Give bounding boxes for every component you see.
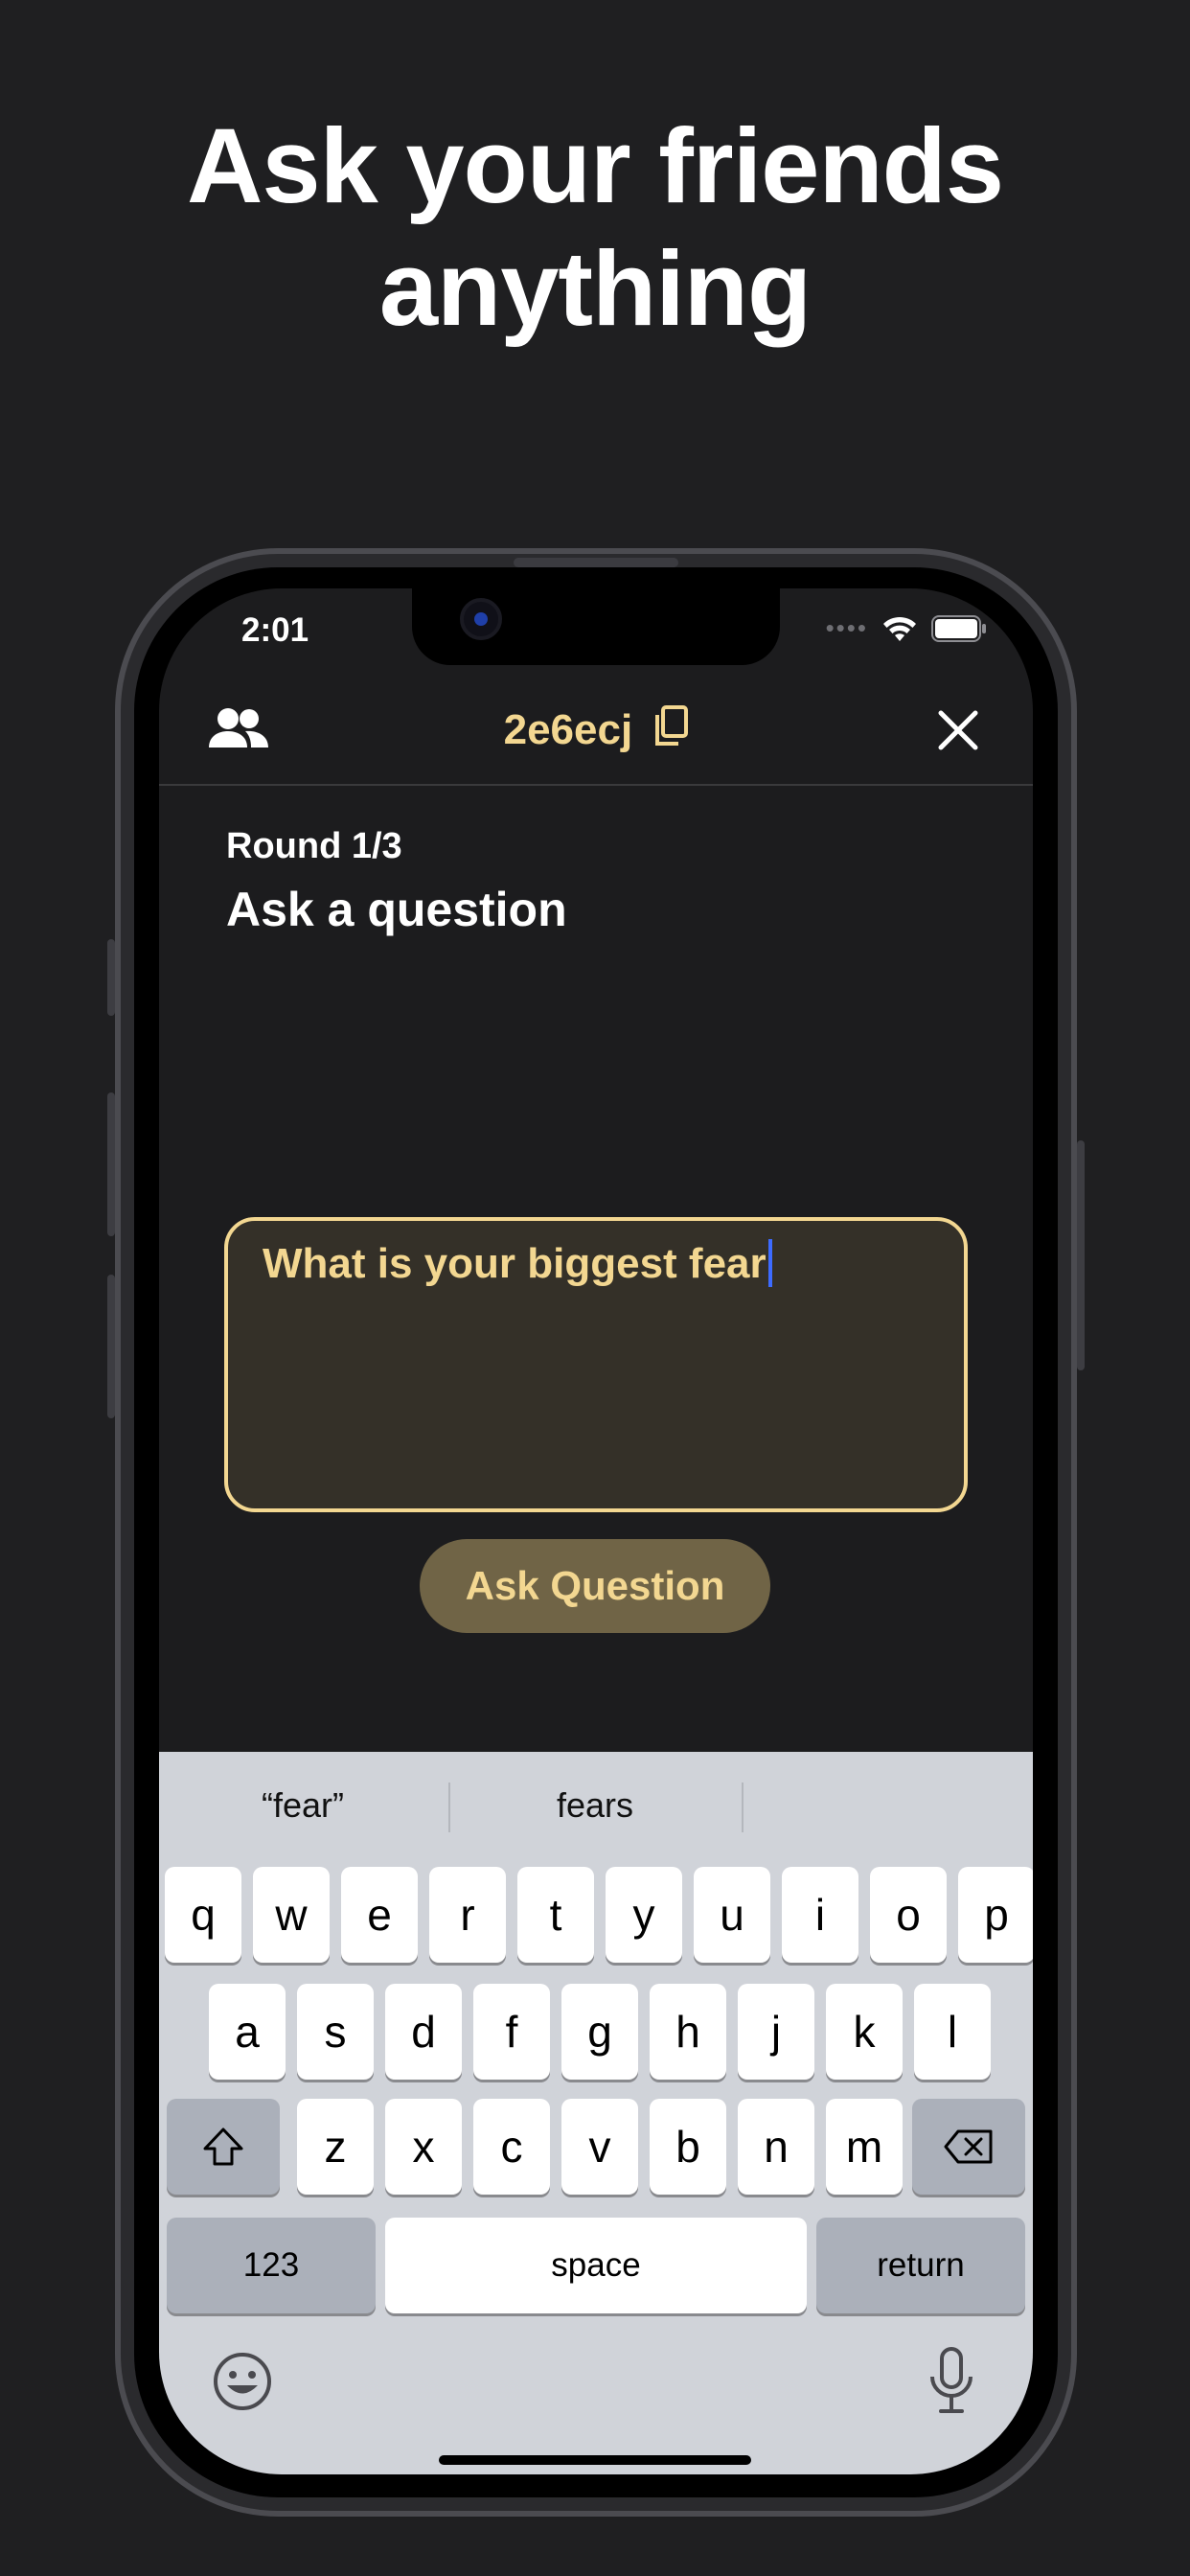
key-o[interactable]: o	[870, 1867, 947, 1963]
dictation-button[interactable]	[927, 2346, 975, 2420]
phone-top-detail	[514, 558, 678, 567]
nav-bar: 2e6ecj	[159, 680, 1033, 786]
key-i[interactable]: i	[782, 1867, 858, 1963]
status-indicators: ••••	[826, 613, 987, 643]
headline: Ask your friends anything	[0, 105, 1190, 351]
headline-line-2: anything	[378, 230, 812, 348]
phone-mute-switch	[107, 939, 115, 1016]
headline-line-1: Ask your friends	[186, 107, 1004, 225]
shift-key[interactable]	[167, 2099, 280, 2195]
home-indicator[interactable]	[439, 2455, 751, 2465]
key-c[interactable]: c	[473, 2099, 550, 2195]
suggestion-item[interactable]	[744, 1769, 1033, 1842]
status-time: 2:01	[241, 611, 309, 649]
key-b[interactable]: b	[650, 2099, 726, 2195]
text-cursor	[767, 1239, 772, 1287]
numbers-key[interactable]: 123	[167, 2218, 376, 2313]
key-t[interactable]: t	[517, 1867, 594, 1963]
key-k[interactable]: k	[826, 1984, 903, 2080]
key-r[interactable]: r	[429, 1867, 506, 1963]
key-m[interactable]: m	[826, 2099, 903, 2195]
emoji-icon	[214, 2353, 271, 2410]
key-q[interactable]: q	[165, 1867, 241, 1963]
key-y[interactable]: y	[606, 1867, 682, 1963]
key-e[interactable]: e	[341, 1867, 418, 1963]
question-input[interactable]: What is your biggest fear	[224, 1217, 968, 1512]
key-j[interactable]: j	[738, 1984, 814, 2080]
key-z[interactable]: z	[297, 2099, 374, 2195]
key-a[interactable]: a	[209, 1984, 286, 2080]
page-title: Ask a question	[226, 883, 567, 936]
key-h[interactable]: h	[650, 1984, 726, 2080]
close-button[interactable]	[937, 709, 979, 756]
suggestion-item[interactable]: “fear”	[159, 1769, 446, 1842]
battery-icon	[931, 614, 986, 642]
phone-volume-down	[107, 1275, 115, 1418]
close-icon	[938, 710, 978, 750]
question-input-value: What is your biggest fear	[263, 1240, 767, 1287]
space-key[interactable]: space	[385, 2218, 807, 2313]
suggestion-bar: “fear” fears	[159, 1769, 1033, 1842]
wifi-icon	[883, 616, 916, 641]
notch	[412, 588, 780, 665]
key-l[interactable]: l	[914, 1984, 991, 2080]
key-p[interactable]: p	[958, 1867, 1033, 1963]
key-g[interactable]: g	[561, 1984, 638, 2080]
app-screen: 2:01 •••• 2e6ecj Round 1/3 Ask a questio…	[159, 588, 1033, 2474]
suggestion-item[interactable]: fears	[450, 1769, 740, 1842]
key-w[interactable]: w	[253, 1867, 330, 1963]
key-n[interactable]: n	[738, 2099, 814, 2195]
keyboard: “fear” fears qwertyuiop asdfghjkl zxcvbn…	[159, 1752, 1033, 2474]
key-f[interactable]: f	[473, 1984, 550, 2080]
ask-question-button[interactable]: Ask Question	[420, 1539, 770, 1633]
signal-dots-icon: ••••	[825, 613, 868, 642]
shift-icon	[203, 2128, 243, 2166]
key-d[interactable]: d	[385, 1984, 462, 2080]
room-code-button[interactable]: 2e6ecj	[159, 705, 1033, 754]
microphone-icon	[930, 2347, 973, 2413]
round-label: Round 1/3	[226, 826, 402, 866]
copy-icon	[655, 705, 689, 746]
key-x[interactable]: x	[385, 2099, 462, 2195]
phone-power-button	[1077, 1140, 1085, 1370]
key-s[interactable]: s	[297, 1984, 374, 2080]
key-v[interactable]: v	[561, 2099, 638, 2195]
key-u[interactable]: u	[694, 1867, 770, 1963]
backspace-icon	[944, 2129, 993, 2164]
delete-key[interactable]	[912, 2099, 1025, 2195]
phone-volume-up	[107, 1092, 115, 1236]
return-key[interactable]: return	[816, 2218, 1025, 2313]
front-camera-icon	[460, 598, 502, 640]
room-code: 2e6ecj	[503, 706, 633, 753]
emoji-button[interactable]	[213, 2352, 272, 2416]
